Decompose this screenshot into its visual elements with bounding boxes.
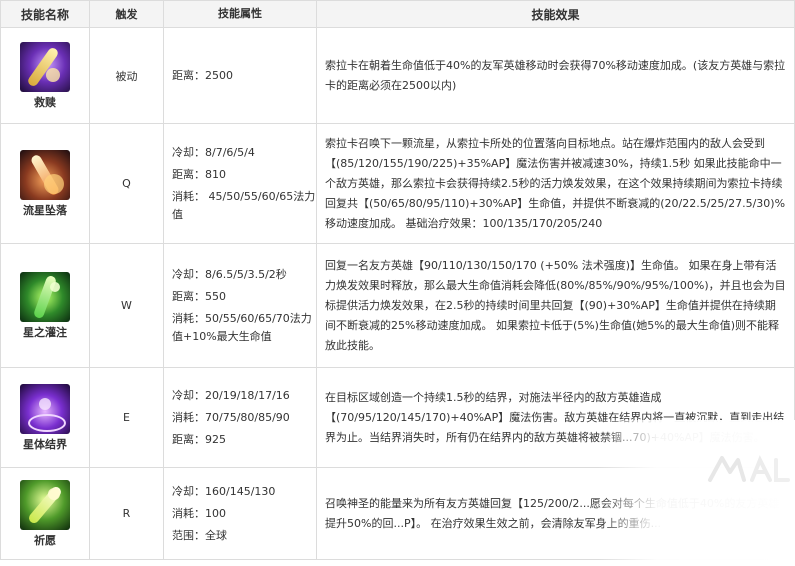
skill-attr: 消耗：70/75/80/85/90: [172, 410, 290, 424]
wish-icon: [20, 479, 70, 530]
skill-trigger: E: [89, 367, 164, 468]
skill-attr: 消耗： 45/50/55/60/65法力值: [172, 189, 316, 221]
skill-trigger: R: [89, 467, 164, 560]
skill-name-cell: 星之灌注: [0, 243, 90, 368]
skill-attrs: 距离：2500: [163, 27, 317, 124]
table-row: 流星坠落 Q 冷却：8/7/6/5/4 距离：810 消耗： 45/50/55/…: [0, 123, 795, 244]
astral-infusion-icon: [20, 271, 70, 322]
table-header-row: 技能名称 触发 技能属性 技能效果: [0, 0, 795, 28]
skill-attr: 距离：550: [172, 289, 226, 303]
skill-attr: 冷却：20/19/18/17/16: [172, 388, 290, 402]
skill-attrs: 冷却：8/7/6/5/4 距离：810 消耗： 45/50/55/60/65法力…: [163, 123, 317, 244]
watermark-logo-icon: [708, 455, 790, 482]
skill-name-cell: 祈愿: [0, 467, 90, 560]
skill-effect: 索拉卡在朝着生命值低于40%的友军英雄移动时会获得70%移动速度加成。(该友方英…: [316, 27, 795, 124]
skill-attrs: 冷却：20/19/18/17/16 消耗：70/75/80/85/90 距离：9…: [163, 367, 317, 468]
starcall-icon: [20, 149, 70, 200]
redemption-icon: [20, 41, 70, 92]
header-attributes: 技能属性: [163, 0, 317, 28]
skill-attr: 距离：810: [172, 167, 226, 181]
watermark-fade: [598, 420, 795, 566]
skill-attr: 距离：925: [172, 432, 226, 446]
skill-attr: 消耗：100: [172, 506, 226, 520]
skill-name-cell: 星体结界: [0, 367, 90, 468]
skill-name: 流星坠落: [23, 203, 67, 217]
skill-attrs: 冷却：160/145/130 消耗：100 范围：全球: [163, 467, 317, 560]
skill-name-cell: 流星坠落: [0, 123, 90, 244]
skill-trigger: W: [89, 243, 164, 368]
header-trigger: 触发: [89, 0, 164, 28]
skill-attr: 消耗：50/55/60/65/70法力值+10%最大生命值: [172, 311, 312, 343]
skill-name: 祈愿: [34, 533, 56, 547]
skill-trigger: 被动: [89, 27, 164, 124]
skill-attr: 冷却：8/6.5/5/3.5/2秒: [172, 267, 287, 281]
skill-name: 救赎: [34, 95, 56, 109]
table-row: 星之灌注 W 冷却：8/6.5/5/3.5/2秒 距离：550 消耗：50/55…: [0, 243, 795, 368]
skill-name-cell: 救赎: [0, 27, 90, 124]
skill-effect: 回复一名友方英雄【90/110/130/150/170 (+50% 法术强度)】…: [316, 243, 795, 368]
header-effect: 技能效果: [316, 0, 795, 28]
skill-effect: 索拉卡召唤下一颗流星，从索拉卡所处的位置落向目标地点。站在爆炸范围内的敌人会受到…: [316, 123, 795, 244]
skill-attr: 距离：2500: [172, 68, 233, 82]
equinox-icon: [20, 383, 70, 434]
table-row: 救赎 被动 距离：2500 索拉卡在朝着生命值低于40%的友军英雄移动时会获得7…: [0, 27, 795, 124]
skill-attrs: 冷却：8/6.5/5/3.5/2秒 距离：550 消耗：50/55/60/65/…: [163, 243, 317, 368]
skill-name: 星之灌注: [23, 325, 67, 339]
skill-name: 星体结界: [23, 437, 67, 451]
header-skill-name: 技能名称: [0, 0, 90, 28]
skill-attr: 冷却：8/7/6/5/4: [172, 145, 255, 159]
skill-attr: 冷却：160/145/130: [172, 484, 276, 498]
skill-attr: 范围：全球: [172, 528, 227, 542]
skill-trigger: Q: [89, 123, 164, 244]
